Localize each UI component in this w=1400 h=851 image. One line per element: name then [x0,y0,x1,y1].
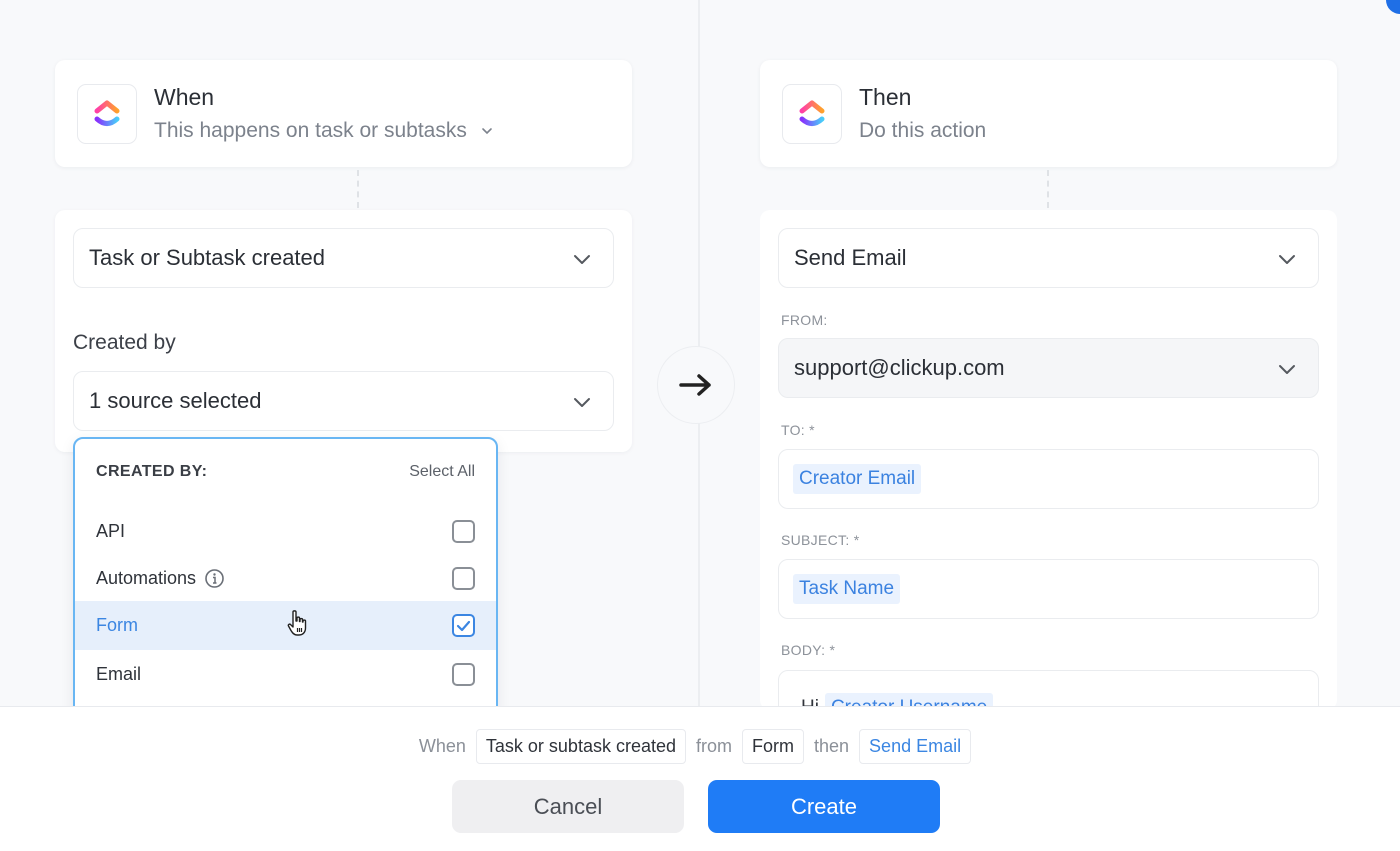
summary-source-pill: Form [742,729,804,764]
summary-then: then [814,736,850,756]
from-label: FROM: [781,312,828,328]
trigger-config-card: Task or Subtask created Created by 1 sou… [55,210,632,452]
summary-when: When [418,736,466,756]
from-value: support@clickup.com [794,355,1005,380]
to-token[interactable]: Creator Email [793,464,922,494]
checkmark-icon [456,620,471,631]
subject-field[interactable]: Task Name [778,559,1319,619]
created-by-dropdown: CREATED BY: Select All API Automations F… [73,437,498,727]
footer-bar: When Task or subtask created from Form t… [0,706,1400,851]
checkbox-automations[interactable] [452,567,475,590]
action-header-card[interactable]: Then Do this action [760,60,1337,167]
dropdown-title: CREATED BY: [96,463,208,480]
to-field[interactable]: Creator Email [778,449,1319,509]
checkbox-email[interactable] [452,663,475,686]
chevron-down-icon [1278,355,1296,381]
subject-token[interactable]: Task Name [793,574,901,604]
source-select[interactable]: 1 source selected [73,371,614,431]
clickup-logo-icon [782,83,842,144]
corner-accent [1386,0,1400,14]
flow-arrow [657,346,735,424]
body-label: BODY: * [781,642,836,658]
arrow-right-icon [679,374,711,396]
summary-trigger-pill: Task or subtask created [475,729,686,764]
created-by-label: Created by [73,331,176,354]
trigger-scope-select[interactable]: This happens on task or subtasks [154,116,493,146]
chevron-down-icon [573,388,591,414]
dropdown-item-automations[interactable]: Automations [75,554,496,603]
summary-from: from [696,736,732,756]
dropdown-item-label: Automations [96,568,197,588]
trigger-header-card[interactable]: When This happens on task or subtasks [55,60,632,167]
dropdown-item-label: Form [96,615,138,635]
dropdown-item-api[interactable]: API [75,507,496,556]
cancel-button[interactable]: Cancel [452,780,684,833]
summary-action-pill: Send Email [859,729,972,764]
action-type-select[interactable]: Send Email [778,228,1319,288]
from-select[interactable]: support@clickup.com [778,338,1319,398]
subject-label: SUBJECT: * [781,532,860,548]
action-config-card: Send Email FROM: support@clickup.com TO:… [760,210,1337,730]
checkbox-api[interactable] [452,520,475,543]
dropdown-item-label: API [96,521,126,541]
create-button[interactable]: Create [708,780,940,833]
to-label: TO: * [781,422,815,438]
select-all-link[interactable]: Select All [409,463,475,481]
trigger-scope-label: This happens on task or subtasks [154,118,467,142]
action-subtitle: Do this action [859,118,987,142]
hand-cursor-icon [286,609,310,642]
clickup-logo-icon [77,83,137,144]
action-type-value: Send Email [794,245,907,270]
info-icon[interactable] [204,568,225,589]
trigger-event-select[interactable]: Task or Subtask created [73,228,614,288]
action-title: Then [859,83,912,110]
connector-line [357,170,359,208]
chevron-down-icon [1278,245,1296,271]
connector-line [1047,170,1049,208]
source-select-value: 1 source selected [89,388,262,413]
chevron-down-icon [481,127,493,135]
dropdown-item-email[interactable]: Email [75,650,496,699]
trigger-event-value: Task or Subtask created [89,245,326,270]
checkbox-form[interactable] [452,614,475,637]
chevron-down-icon [573,245,591,271]
dropdown-item-label: Email [96,664,142,684]
automation-summary: When Task or subtask created from Form t… [0,729,1400,764]
trigger-title: When [154,83,215,110]
